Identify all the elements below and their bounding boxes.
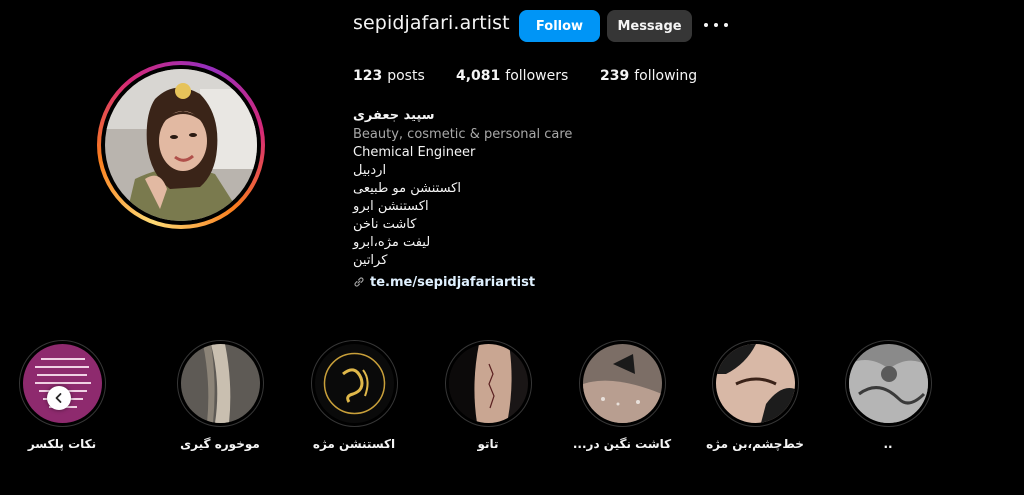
follow-button[interactable]: Follow <box>519 10 600 42</box>
link-icon <box>354 277 364 287</box>
highlight-ring <box>844 340 932 427</box>
highlight-item[interactable]: خط‌چشم،بن مژه <box>705 340 805 451</box>
highlight-cover <box>314 344 394 423</box>
highlights-prev-button[interactable] <box>47 386 71 410</box>
highlight-label: .. <box>883 437 893 451</box>
bio-link-row[interactable]: te.me/sepidjafariartist <box>353 272 653 292</box>
highlight-ring <box>176 340 264 427</box>
username: sepidjafari.artist <box>353 12 510 34</box>
highlight-cover <box>180 344 260 423</box>
bio-line: Chemical Engineer <box>353 145 476 160</box>
followers-count: 4,081 <box>456 68 501 84</box>
bio-line: کاشت ناخن <box>353 217 417 232</box>
more-options-icon[interactable] <box>704 21 728 29</box>
bio-line: اردبیل <box>353 163 387 178</box>
highlight-ring <box>578 340 666 427</box>
highlight-cover <box>448 344 528 423</box>
highlight-item[interactable]: کاشت نگین در... <box>572 340 672 451</box>
following-stat[interactable]: 239 following <box>600 68 697 84</box>
highlight-label: اکستنشن مژه <box>312 437 396 451</box>
highlight-cover <box>715 344 795 423</box>
bio-line: لیفت مژه،ابرو <box>353 235 431 250</box>
category-label: Beauty, cosmetic & personal care <box>353 127 573 142</box>
dot <box>714 23 718 27</box>
following-count: 239 <box>600 68 630 84</box>
bio-section: سپید جعفری Beauty, cosmetic & personal c… <box>353 106 653 292</box>
dot <box>724 23 728 27</box>
dot <box>704 23 708 27</box>
avatar[interactable] <box>105 69 257 221</box>
display-name: سپید جعفری <box>353 108 435 123</box>
followers-label: followers <box>505 68 569 84</box>
highlight-label: نکات پلکسر <box>27 437 97 451</box>
highlight-label: تاتو <box>477 437 499 451</box>
highlight-ring <box>310 340 398 427</box>
highlight-cover <box>22 344 102 423</box>
highlight-label: کاشت نگین در... <box>572 437 672 451</box>
highlight-ring <box>711 340 799 427</box>
posts-label: posts <box>387 68 425 84</box>
bio-line: اکستنشن ابرو <box>353 199 429 214</box>
chevron-left-icon <box>55 393 62 403</box>
bio-line: کراتین <box>353 253 388 268</box>
highlight-cover <box>848 344 928 423</box>
highlight-item[interactable]: .. <box>838 340 938 451</box>
posts-count: 123 <box>353 68 383 84</box>
avatar-image <box>105 69 257 221</box>
message-button[interactable]: Message <box>607 10 692 42</box>
highlight-ring <box>18 340 106 427</box>
followers-stat[interactable]: 4,081 followers <box>456 68 568 84</box>
bio-link[interactable]: te.me/sepidjafariartist <box>370 275 535 290</box>
highlight-item[interactable]: اکستنشن مژه <box>304 340 404 451</box>
highlight-cover <box>582 344 662 423</box>
profile-avatar-ring[interactable] <box>97 61 265 229</box>
bio-line: اکستنشن مو طبیعی <box>353 181 461 196</box>
highlight-item[interactable]: تاتو <box>438 340 538 451</box>
highlight-label: خط‌چشم،بن مژه <box>706 437 804 451</box>
highlight-label: موخوره گیری <box>180 437 260 451</box>
following-label: following <box>634 68 698 84</box>
posts-count-stat: 123 posts <box>353 68 425 84</box>
highlight-item[interactable]: موخوره گیری <box>170 340 270 451</box>
highlight-ring <box>444 340 532 427</box>
